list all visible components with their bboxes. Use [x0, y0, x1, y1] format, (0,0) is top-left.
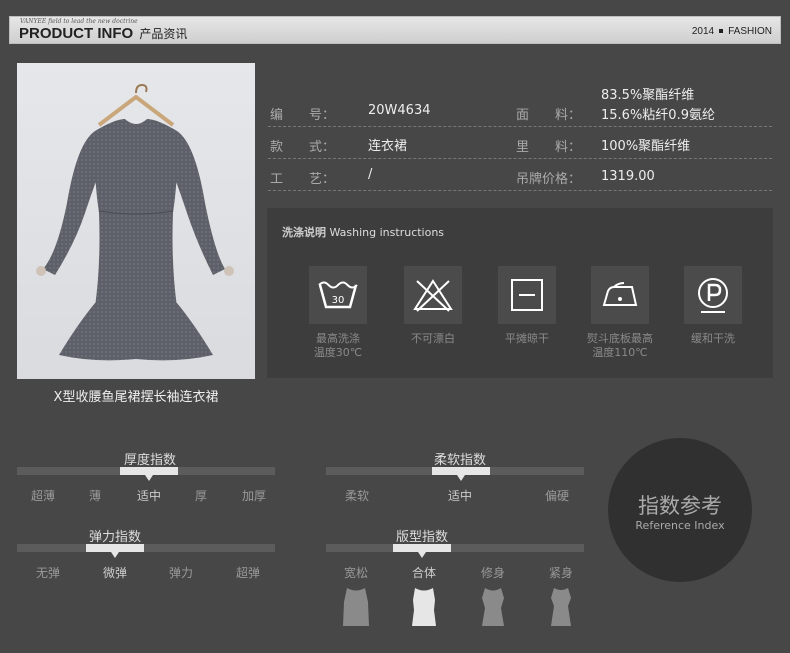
price-value: 1319.00	[601, 169, 655, 184]
reference-title-en: Reference Index	[635, 519, 725, 532]
square-bullet-icon	[719, 29, 724, 34]
elasticity-index-highlight	[86, 544, 144, 552]
thickness-tick-selected: 适中	[136, 489, 162, 503]
product-caption: X型收腰鱼尾裙摆长袖连衣裙	[53, 390, 219, 405]
hanger-hook-icon	[135, 83, 148, 94]
thickness-index-bar	[17, 467, 275, 481]
washing-title-cn: 洗涤说明	[282, 226, 326, 239]
header-fashion: FASHION	[728, 26, 772, 37]
product-photo	[17, 63, 255, 379]
reference-index-badge: 指数参考 Reference Index	[608, 438, 752, 582]
price-label: 吊牌价格：	[516, 172, 582, 187]
lining-label: 里 料：	[516, 140, 582, 155]
thickness-index-highlight	[120, 467, 178, 475]
style-value: 连衣裙	[368, 139, 408, 154]
wash-item: 30 最高洗涤 温度30℃	[293, 266, 383, 360]
elasticity-index-title: 弹力指数	[88, 530, 141, 545]
code-value: 20W4634	[368, 103, 431, 118]
wash-label-line2: 温度110℃	[592, 346, 648, 359]
fit-tick: 修身	[480, 566, 506, 580]
tight-fit-silhouette-icon	[551, 588, 571, 626]
softness-tick: 偏硬	[544, 489, 570, 503]
triangle-pointer-icon	[418, 552, 426, 558]
washing-title: 洗涤说明 Washing instructions	[282, 224, 444, 240]
softness-index-title: 柔软指数	[433, 453, 486, 468]
wash-label-line1: 熨斗底板最高	[587, 332, 653, 345]
dress-body	[94, 119, 178, 307]
left-sleeve	[43, 131, 103, 275]
page-title-en: PRODUCT INFO	[19, 25, 134, 42]
fit-index-highlight	[393, 544, 451, 552]
thickness-tick: 超薄	[30, 489, 56, 503]
style-label: 款 式：	[270, 140, 336, 155]
flat-dry-icon	[498, 266, 556, 324]
row-divider	[268, 190, 772, 191]
fabric-line2: 15.6%粘纤0.9氨纶	[601, 108, 715, 123]
wash-label-line1: 缓和干洗	[691, 332, 735, 345]
hanger-icon	[97, 94, 175, 127]
page-title-cn: 产品资讯	[139, 27, 188, 41]
row-divider	[268, 126, 772, 127]
fit-tick-selected: 合体	[411, 566, 437, 580]
lining-value: 100%聚酯纤维	[601, 139, 691, 154]
softness-tick-selected: 适中	[447, 489, 473, 503]
fit-index-title: 版型指数	[395, 530, 448, 545]
wash-label-line1: 不可漂白	[411, 332, 455, 345]
wash-item: 不可漂白	[388, 266, 478, 346]
dry-clean-p-icon	[684, 266, 742, 324]
thickness-tick: 厚	[194, 489, 208, 503]
wash-label-line2: 温度30℃	[313, 346, 363, 359]
brand-tagline: VANYEE field to lead the new doctrine	[20, 18, 138, 25]
dress-flounce	[59, 303, 213, 361]
no-bleach-icon	[404, 266, 462, 324]
thickness-index-title: 厚度指数	[123, 453, 176, 468]
wash-item: 熨斗底板最高 温度110℃	[575, 266, 665, 360]
elasticity-tick-selected: 微弹	[102, 566, 128, 580]
regular-fit-silhouette-icon	[412, 588, 436, 626]
wash-30-icon: 30	[309, 266, 367, 324]
thickness-tick: 加厚	[241, 489, 267, 503]
page-title: PRODUCT INFO 产品资讯	[19, 25, 187, 42]
wash-temp-badge: 30	[332, 295, 345, 306]
washing-instructions-panel: 洗涤说明 Washing instructions 30 最高洗涤 温度30℃ 不…	[267, 208, 773, 378]
slim-fit-silhouette-icon	[482, 588, 504, 626]
elasticity-tick: 超弹	[235, 566, 261, 580]
fit-tick: 紧身	[548, 566, 574, 580]
elasticity-tick: 无弹	[35, 566, 61, 580]
header-bar: VANYEE field to lead the new doctrine PR…	[9, 16, 781, 44]
header-season: 2014 FASHION	[692, 26, 772, 37]
thickness-tick: 薄	[88, 489, 102, 503]
wash-label-line1: 平摊晾干	[505, 332, 549, 345]
triangle-pointer-icon	[145, 475, 153, 481]
fabric-label: 面 料：	[516, 108, 582, 123]
softness-tick: 柔软	[344, 489, 370, 503]
softness-index-bar	[326, 467, 584, 481]
fabric-line1: 83.5%聚酯纤维	[601, 88, 695, 103]
iron-110-icon	[591, 266, 649, 324]
wash-item: 缓和干洗	[668, 266, 758, 346]
craft-label: 工 艺：	[270, 172, 336, 187]
triangle-pointer-icon	[457, 475, 465, 481]
softness-index-highlight	[432, 467, 490, 475]
header-year: 2014	[691, 26, 715, 37]
wash-label-line1: 最高洗涤	[316, 332, 360, 345]
washing-title-en: Washing instructions	[329, 226, 445, 239]
row-divider	[268, 158, 772, 159]
code-label: 编 号：	[270, 108, 336, 123]
wash-item: 平摊晾干	[482, 266, 572, 346]
elasticity-index-bar	[17, 544, 275, 558]
loose-fit-silhouette-icon	[343, 588, 369, 626]
reference-title-cn: 指数参考	[638, 494, 722, 518]
fit-index-bar	[326, 544, 584, 558]
triangle-pointer-icon	[111, 552, 119, 558]
craft-value: /	[368, 167, 373, 182]
elasticity-tick: 弹力	[168, 566, 194, 580]
fit-tick: 宽松	[343, 566, 369, 580]
dress-image	[36, 83, 234, 361]
